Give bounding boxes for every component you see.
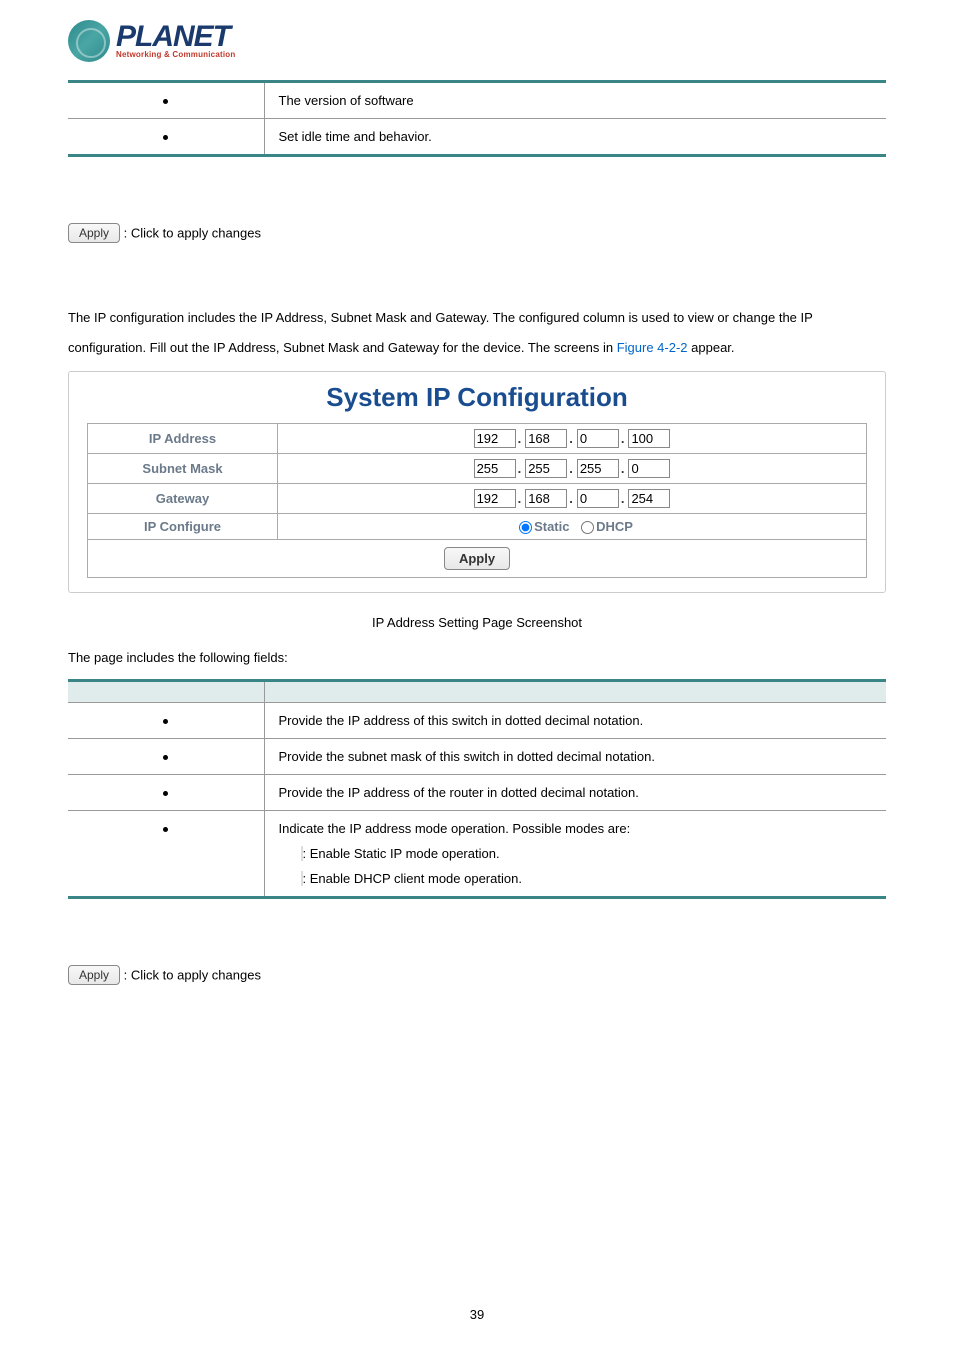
logo-tagline: Networking & Communication (116, 50, 235, 59)
ip-config-figure: System IP Configuration IP Address ... S… (68, 371, 886, 593)
subnet-octet-2[interactable] (525, 459, 567, 478)
ip-mode-static-label: Static (534, 519, 569, 534)
table-row (68, 702, 264, 738)
gateway-octet-1[interactable] (474, 489, 516, 508)
table-row (68, 774, 264, 810)
table-row (68, 738, 264, 774)
subnet-mask-label: Subnet Mask (88, 453, 278, 483)
info-table: The version of software Set idle time an… (68, 80, 886, 157)
apply-description: : Click to apply changes (124, 226, 261, 241)
table-cell-desc: Provide the subnet mask of this switch i… (264, 738, 886, 774)
apply-config-button[interactable]: Apply (444, 547, 510, 570)
bullet-icon (163, 135, 168, 140)
table-row (68, 82, 264, 119)
logo: PLANET Networking & Communication (68, 20, 886, 62)
bullet-icon (163, 827, 168, 832)
fields-intro: The page includes the following fields: (68, 650, 886, 665)
ip-config-title: System IP Configuration (87, 378, 867, 423)
subnet-octet-3[interactable] (577, 459, 619, 478)
ip-mode-dhcp-radio[interactable] (581, 521, 594, 534)
figure-link[interactable]: Figure 4-2-2 (617, 340, 688, 355)
fields-table: Provide the IP address of this switch in… (68, 679, 886, 899)
ip-octet-4[interactable] (628, 429, 670, 448)
logo-globe-icon (68, 20, 110, 62)
bullet-icon (163, 791, 168, 796)
gateway-label: Gateway (88, 483, 278, 513)
fields-header-obj (68, 680, 264, 702)
subnet-octet-1[interactable] (474, 459, 516, 478)
bullet-icon (163, 719, 168, 724)
gateway-octet-2[interactable] (525, 489, 567, 508)
ip-address-label: IP Address (88, 423, 278, 453)
gateway-octet-4[interactable] (628, 489, 670, 508)
bullet-icon (163, 755, 168, 760)
ip-octet-1[interactable] (474, 429, 516, 448)
figure-caption: IP Address Setting Page Screenshot (68, 615, 886, 630)
table-cell-desc: The version of software (264, 82, 886, 119)
table-cell-desc: Provide the IP address of this switch in… (264, 702, 886, 738)
apply-description: : Click to apply changes (124, 967, 261, 982)
table-cell-desc: Set idle time and behavior. (264, 119, 886, 156)
table-row (68, 810, 264, 897)
ip-mode-dhcp-label: DHCP (596, 519, 633, 534)
subnet-octet-4[interactable] (628, 459, 670, 478)
ip-octet-2[interactable] (525, 429, 567, 448)
logo-brand: PLANET (116, 23, 235, 50)
table-row (68, 119, 264, 156)
intro-paragraph: The IP configuration includes the IP Add… (68, 303, 886, 363)
bullet-icon (163, 99, 168, 104)
ip-octet-3[interactable] (577, 429, 619, 448)
apply-button[interactable]: Apply (68, 223, 120, 243)
table-cell-desc: Provide the IP address of the router in … (264, 774, 886, 810)
ip-mode-static-radio[interactable] (519, 521, 532, 534)
ip-configure-label: IP Configure (88, 513, 278, 539)
page-number: 39 (0, 1307, 954, 1322)
gateway-octet-3[interactable] (577, 489, 619, 508)
apply-button[interactable]: Apply (68, 965, 120, 985)
fields-header-desc (264, 680, 886, 702)
table-cell-desc: Indicate the IP address mode operation. … (264, 810, 886, 897)
